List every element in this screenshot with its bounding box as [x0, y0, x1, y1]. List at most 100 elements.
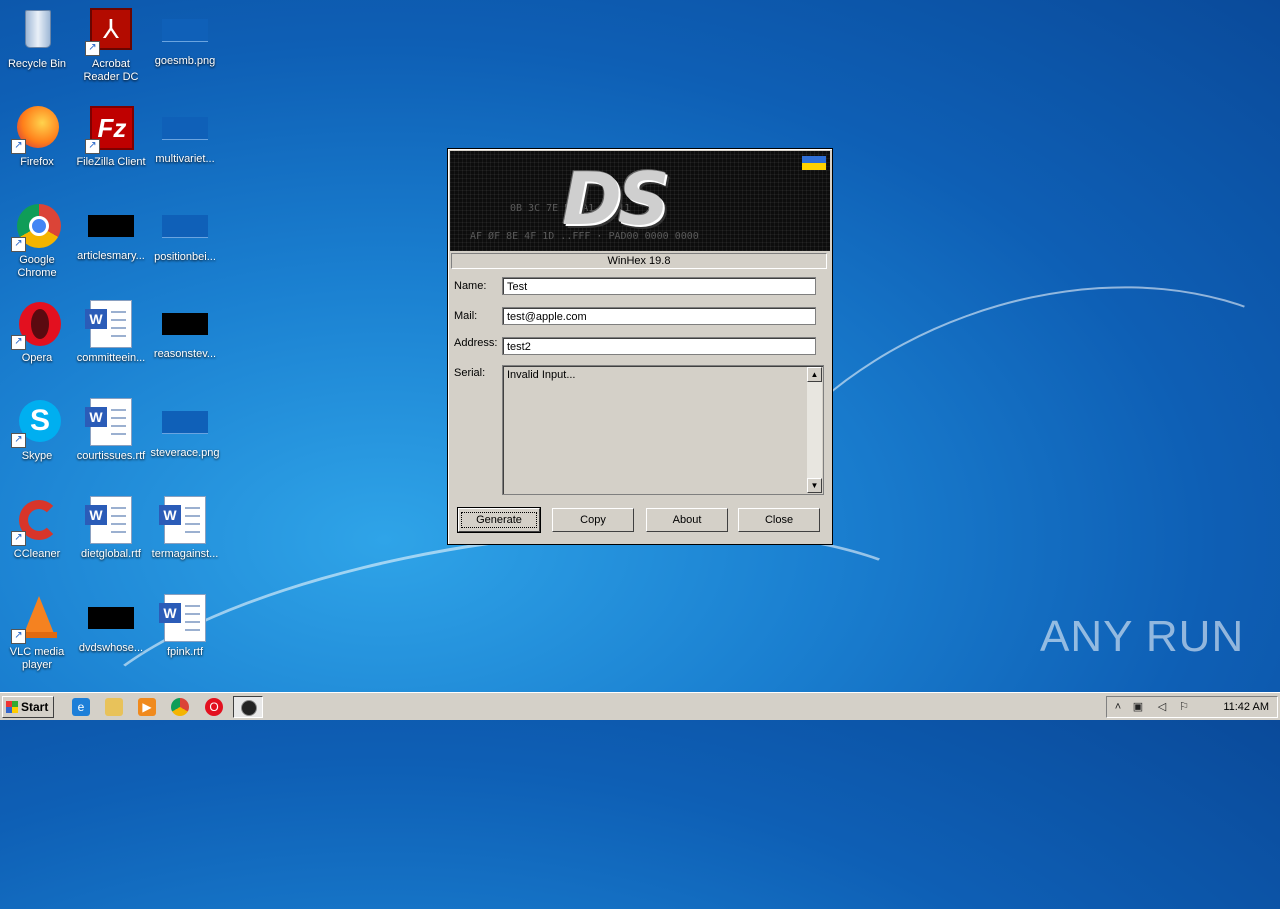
desktop-icon-label: termagainst... [151, 548, 219, 560]
desktop-icon-multivariet[interactable]: multivariet... [148, 104, 222, 166]
desktop-icon-acrobat[interactable]: ⅄ ↗ Acrobat Reader DC [74, 6, 148, 84]
desktop-icon-label: CCleaner [13, 548, 61, 560]
desktop-icon-label: dietglobal.rtf [81, 548, 141, 560]
generate-button[interactable]: Generate [457, 507, 541, 533]
name-label: Name: [454, 280, 487, 292]
scroll-up-icon[interactable]: ▲ [807, 367, 822, 382]
about-button[interactable]: About [646, 508, 728, 532]
serial-label: Serial: [454, 367, 486, 379]
desktop-icon-label: fpink.rtf [166, 646, 204, 658]
desktop-icon-firefox[interactable]: ↗ Firefox [0, 104, 74, 169]
serial-text: Invalid Input... [507, 369, 576, 381]
scroll-down-icon[interactable]: ▼ [807, 478, 822, 493]
anyrun-watermark: ANY RUN [1040, 612, 1245, 661]
desktop-icon-committeein[interactable]: W committeein... [74, 300, 148, 365]
desktop-icon-label: dvdswhose... [78, 642, 144, 654]
serial-output[interactable]: Invalid Input... ▲ ▼ [502, 365, 824, 495]
desktop-icon-fpink[interactable]: W fpink.rtf [148, 594, 222, 659]
desktop-icon-label: positionbei... [154, 251, 216, 263]
desktop-icon-termagainst[interactable]: W termagainst... [148, 496, 222, 561]
desktop-icon-goesmb[interactable]: goesmb.png [148, 6, 222, 68]
close-button[interactable]: Close [738, 508, 820, 532]
windows-logo-icon [6, 701, 18, 713]
desktop-icon-label: steverace.png [150, 447, 220, 459]
desktop-icon-label: FileZilla Client [76, 156, 146, 168]
image-file-icon [162, 19, 208, 42]
firefox-icon: ↗ [11, 104, 61, 154]
desktop-icon-articlesmary[interactable]: articlesmary... [74, 202, 148, 263]
action-center-flag-icon[interactable]: ⚐ [1177, 700, 1191, 714]
volume-icon[interactable]: ◁ [1155, 700, 1169, 714]
start-label: Start [21, 700, 49, 714]
generate-button-label: Generate [461, 512, 537, 528]
opera-taskbar-icon[interactable]: O [205, 698, 223, 716]
address-field[interactable]: test2 [502, 337, 816, 355]
skype-icon: S ↗ [11, 398, 61, 448]
ukraine-flag-icon [802, 156, 826, 170]
taskbar: Start e ▶ O ˄ ▣ ◁ ⚐ 11:42 AM [0, 692, 1280, 720]
internet-explorer-icon[interactable]: e [72, 698, 90, 716]
desktop-icon-skype[interactable]: S ↗ Skype [0, 398, 74, 463]
keygen-dialog: AF ØF 8E 4F 1D ..FFF · PAD00 0000 0000 0… [447, 148, 833, 545]
desktop-icon-label: Acrobat Reader DC [83, 58, 139, 83]
desktop-icon-vlc[interactable]: ↗ VLC media player [0, 594, 74, 672]
chrome-icon: ↗ [11, 202, 61, 252]
desktop-icon-label: committeein... [76, 352, 146, 364]
address-label: Address: [454, 337, 498, 349]
desktop-icon-positionbei[interactable]: positionbei... [148, 202, 222, 264]
show-hidden-icons-icon[interactable]: ˄ [1111, 700, 1125, 714]
word-document-icon: W [85, 300, 135, 348]
desktop-icon-steverace[interactable]: steverace.png [148, 398, 222, 460]
mail-field[interactable]: test@apple.com [502, 307, 816, 325]
word-document-icon: W [85, 398, 135, 446]
version-label: WinHex 19.8 [451, 253, 827, 269]
desktop-icon-label: goesmb.png [154, 55, 216, 67]
desktop-icon-opera[interactable]: ↗ Opera [0, 300, 74, 365]
copy-button[interactable]: Copy [552, 508, 634, 532]
image-file-icon [88, 215, 134, 237]
ccleaner-icon: ↗ [11, 496, 61, 546]
network-icon[interactable]: ▣ [1131, 700, 1145, 714]
acrobat-icon: ⅄ ↗ [85, 6, 135, 56]
word-document-icon: W [85, 496, 135, 544]
desktop-icon-filezilla[interactable]: Fz ↗ FileZilla Client [74, 104, 148, 169]
ds-banner: AF ØF 8E 4F 1D ..FFF · PAD00 0000 0000 0… [450, 151, 830, 251]
mail-label: Mail: [454, 310, 478, 322]
desktop-icon-reasonstev[interactable]: reasonstev... [148, 300, 222, 361]
start-button[interactable]: Start [2, 696, 54, 718]
desktop-icon-courtissues[interactable]: W courtissues.rtf [74, 398, 148, 463]
desktop-icon-dvdswhose[interactable]: dvdswhose... [74, 594, 148, 655]
media-player-icon[interactable]: ▶ [138, 698, 156, 716]
image-file-icon [162, 411, 208, 434]
serial-scrollbar[interactable]: ▲ ▼ [807, 367, 822, 493]
desktop-icon-chrome[interactable]: ↗ Google Chrome [0, 202, 74, 280]
recycle-bin-icon [13, 6, 61, 54]
clock[interactable]: 11:42 AM [1223, 697, 1269, 717]
desktop-icon-label: Skype [21, 450, 53, 462]
desktop-icon-label: Opera [21, 352, 53, 364]
vlc-icon: ↗ [11, 594, 61, 644]
desktop-icon-recycle-bin[interactable]: Recycle Bin [0, 6, 74, 71]
image-file-icon [162, 215, 208, 238]
chrome-taskbar-icon[interactable] [171, 698, 189, 716]
desktop-icon-ccleaner[interactable]: ↗ CCleaner [0, 496, 74, 561]
keygen-task-button[interactable] [233, 696, 263, 718]
desktop-icon-label: Recycle Bin [7, 58, 67, 70]
desktop-icon-label: Google Chrome [17, 254, 57, 279]
word-document-icon: W [159, 594, 209, 642]
desktop-icon-label: VLC media player [9, 646, 65, 671]
word-document-icon: W [159, 496, 209, 544]
desktop-icon-label: Firefox [20, 156, 54, 168]
name-field[interactable]: Test [502, 277, 816, 295]
opera-icon: ↗ [11, 300, 61, 350]
desktop-icon-label: reasonstev... [153, 348, 217, 360]
desktop-icon-label: articlesmary... [77, 250, 145, 262]
filezilla-icon: Fz ↗ [85, 104, 135, 154]
explorer-folder-icon[interactable] [105, 698, 123, 716]
system-tray: ˄ ▣ ◁ ⚐ 11:42 AM [1106, 696, 1278, 718]
desktop-icon-dietglobal[interactable]: W dietglobal.rtf [74, 496, 148, 561]
image-file-icon [162, 117, 208, 140]
desktop-icon-label: courtissues.rtf [76, 450, 146, 462]
image-file-icon [88, 607, 134, 629]
image-file-icon [162, 313, 208, 335]
